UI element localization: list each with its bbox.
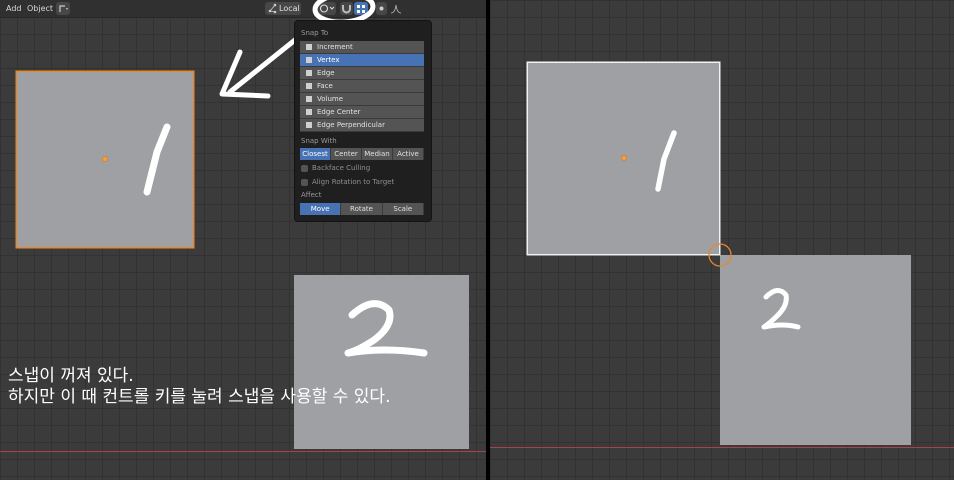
snap-to-list: Increment Vertex Edge Face Volume Edge C…	[300, 41, 424, 132]
viewport-left[interactable]: Add Object Local Snap To Increment Verte…	[0, 0, 486, 480]
caption-line-2: 하지만 이 때 컨트롤 키를 눌려 스냅을 사용할 수 있다.	[8, 387, 391, 407]
snap-with-label: Snap With	[301, 137, 337, 145]
snap-to-edge[interactable]: Edge	[300, 67, 424, 80]
edge-center-icon	[306, 109, 312, 115]
snap-to-increment[interactable]: Increment	[300, 41, 424, 54]
volume-icon	[306, 96, 312, 102]
face-icon	[306, 83, 312, 89]
backface-culling-checkbox[interactable]: Backface Culling	[301, 163, 370, 173]
snap-to-edge-center[interactable]: Edge Center	[300, 106, 424, 119]
checkbox-icon	[301, 164, 308, 172]
snap-with-center[interactable]: Center	[331, 148, 362, 160]
affect-scale[interactable]: Scale	[382, 203, 424, 215]
snap-with-closest[interactable]: Closest	[300, 148, 331, 160]
snap-to-label: Snap To	[301, 29, 329, 37]
snap-to-vertex[interactable]: Vertex	[300, 54, 424, 67]
vertex-icon	[306, 57, 312, 63]
handwritten-two	[761, 288, 801, 330]
snap-with-selector: Closest Center Median Active	[300, 148, 424, 160]
affect-move[interactable]: Move	[300, 203, 342, 215]
snap-target-circle-icon	[708, 243, 732, 267]
snap-settings-popup: Snap To Increment Vertex Edge Face Volum…	[294, 20, 432, 222]
caption-text: 스냅이 꺼져 있다. 하지만 이 때 컨트롤 키를 눌려 스냅을 사용할 수 있…	[8, 366, 390, 408]
increment-icon	[306, 44, 312, 50]
object-origin	[621, 155, 627, 161]
snap-with-active[interactable]: Active	[393, 148, 424, 160]
square-object-2[interactable]	[720, 255, 911, 445]
edge-icon	[306, 70, 312, 76]
affect-label: Affect	[301, 191, 322, 199]
square-object-1[interactable]	[528, 63, 719, 254]
snap-to-edge-perpendicular[interactable]: Edge Perpendicular	[300, 119, 424, 132]
edge-perpendicular-icon	[306, 122, 312, 128]
affect-rotate[interactable]: Rotate	[341, 203, 383, 215]
align-rotation-checkbox[interactable]: Align Rotation to Target	[301, 177, 394, 187]
viewport-right[interactable]	[490, 0, 954, 480]
snap-with-median[interactable]: Median	[362, 148, 393, 160]
x-axis-line	[490, 447, 954, 448]
checkbox-icon	[301, 178, 308, 186]
caption-line-1: 스냅이 꺼져 있다.	[8, 366, 134, 386]
affect-selector: Move Rotate Scale	[300, 203, 424, 215]
snap-to-volume[interactable]: Volume	[300, 93, 424, 106]
handwritten-one	[655, 130, 677, 192]
snap-to-face[interactable]: Face	[300, 80, 424, 93]
